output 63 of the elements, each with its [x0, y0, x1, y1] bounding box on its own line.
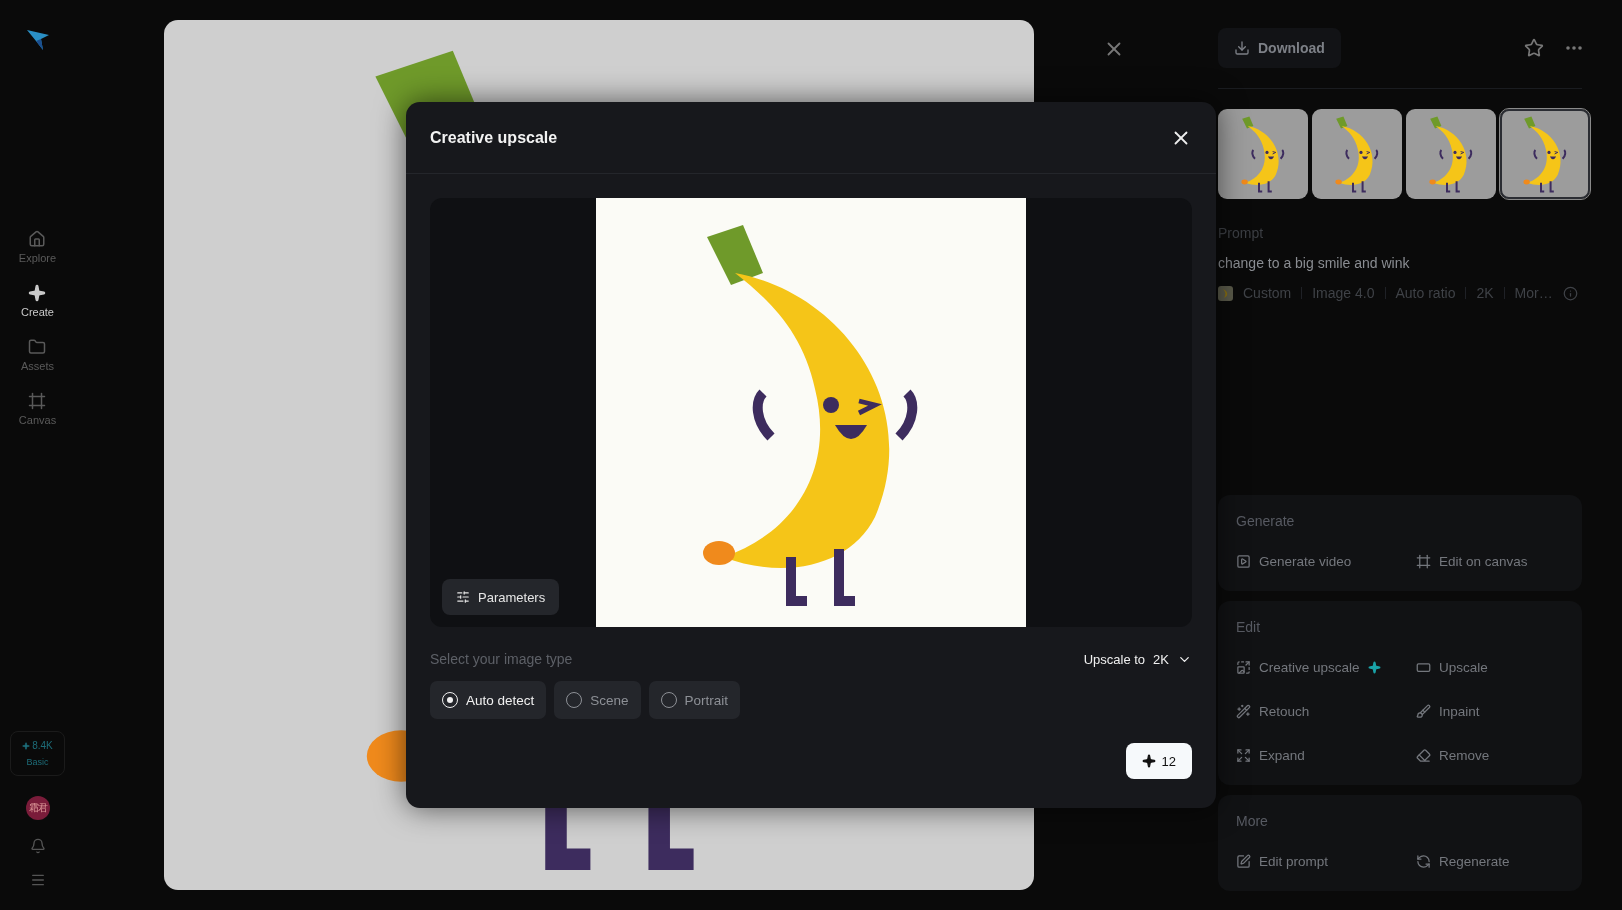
section-title: Generate	[1236, 513, 1296, 529]
sliders-icon	[456, 590, 470, 604]
dialog-title: Creative upscale	[430, 128, 558, 147]
nav-item[interactable]: Explore	[18, 230, 57, 264]
action-button[interactable]: Expand	[1236, 733, 1416, 777]
nav-item[interactable]: Assets	[21, 338, 54, 372]
type-option[interactable]: Scene	[554, 681, 641, 719]
pen-icon	[1236, 853, 1251, 869]
action-button[interactable]: Generate video	[1236, 539, 1416, 583]
prompt-text: change to a big smile and wink	[1218, 255, 1411, 271]
meta-text: Mor…	[1514, 285, 1553, 301]
bell-icon	[29, 838, 46, 854]
plan-label: Basic	[26, 757, 49, 767]
sparkle-icon	[1141, 754, 1156, 768]
action-button[interactable]: Creative upscale	[1236, 645, 1416, 689]
more-icon	[1566, 46, 1582, 50]
type-label: Select your image type	[430, 651, 573, 667]
brush-icon	[1416, 703, 1431, 719]
banana-thumbnail-icon	[1218, 285, 1233, 301]
user-avatar[interactable]: 霜君	[25, 796, 50, 820]
refresh-icon	[1416, 853, 1431, 869]
expand-icon	[1236, 747, 1251, 763]
home-icon	[28, 230, 47, 248]
section-title: Edit	[1236, 619, 1262, 635]
nav-item[interactable]: Create	[20, 284, 54, 318]
upscale-icon	[1236, 659, 1251, 675]
eraser-icon	[1416, 747, 1431, 763]
type-option[interactable]: Portrait	[648, 681, 741, 719]
folder-icon	[28, 338, 47, 356]
frame-icon	[1416, 553, 1431, 569]
prompt-label: Prompt	[1218, 225, 1265, 241]
action-button[interactable]: Regenerate	[1416, 839, 1564, 883]
play-icon	[1236, 553, 1251, 569]
action-button[interactable]: Edit on canvas	[1416, 539, 1564, 583]
favorite-button[interactable]	[1524, 38, 1544, 58]
meta-text: 2K	[1476, 285, 1494, 301]
section-title: More	[1236, 813, 1269, 829]
more-button[interactable]	[1566, 46, 1582, 50]
action-button[interactable]: Retouch	[1236, 689, 1416, 733]
credits-panel[interactable]: 8.4K Basic	[10, 731, 65, 776]
meta-text: Custom	[1243, 285, 1292, 301]
sparkle-icon	[22, 741, 31, 750]
type-option[interactable]: Auto detect	[430, 681, 547, 719]
download-button[interactable]: Download	[1218, 28, 1341, 68]
meta-text: Auto ratio	[1395, 285, 1456, 301]
sparkle-icon	[28, 284, 47, 302]
parameters-button[interactable]: Parameters	[442, 579, 560, 615]
frame-icon	[28, 392, 47, 410]
menu-button[interactable]	[29, 872, 46, 888]
download-icon	[1234, 40, 1250, 56]
action-button[interactable]: Edit prompt	[1236, 839, 1416, 883]
notifications-button[interactable]	[29, 838, 46, 854]
menu-icon	[29, 872, 46, 888]
meta-text: Image 4.0	[1312, 285, 1375, 301]
wand-icon	[1236, 703, 1251, 719]
action-button[interactable]: Remove	[1416, 733, 1564, 777]
action-button[interactable]: Upscale	[1416, 645, 1564, 689]
generate-button[interactable]: 12	[1125, 743, 1192, 779]
nav-item[interactable]: Canvas	[18, 392, 57, 426]
star-icon	[1524, 38, 1544, 58]
credits-amount: 8.4K	[22, 740, 53, 751]
action-button[interactable]: Inpaint	[1416, 689, 1564, 733]
upscale-dropdown[interactable]: Upscale to 2K	[1083, 651, 1192, 667]
